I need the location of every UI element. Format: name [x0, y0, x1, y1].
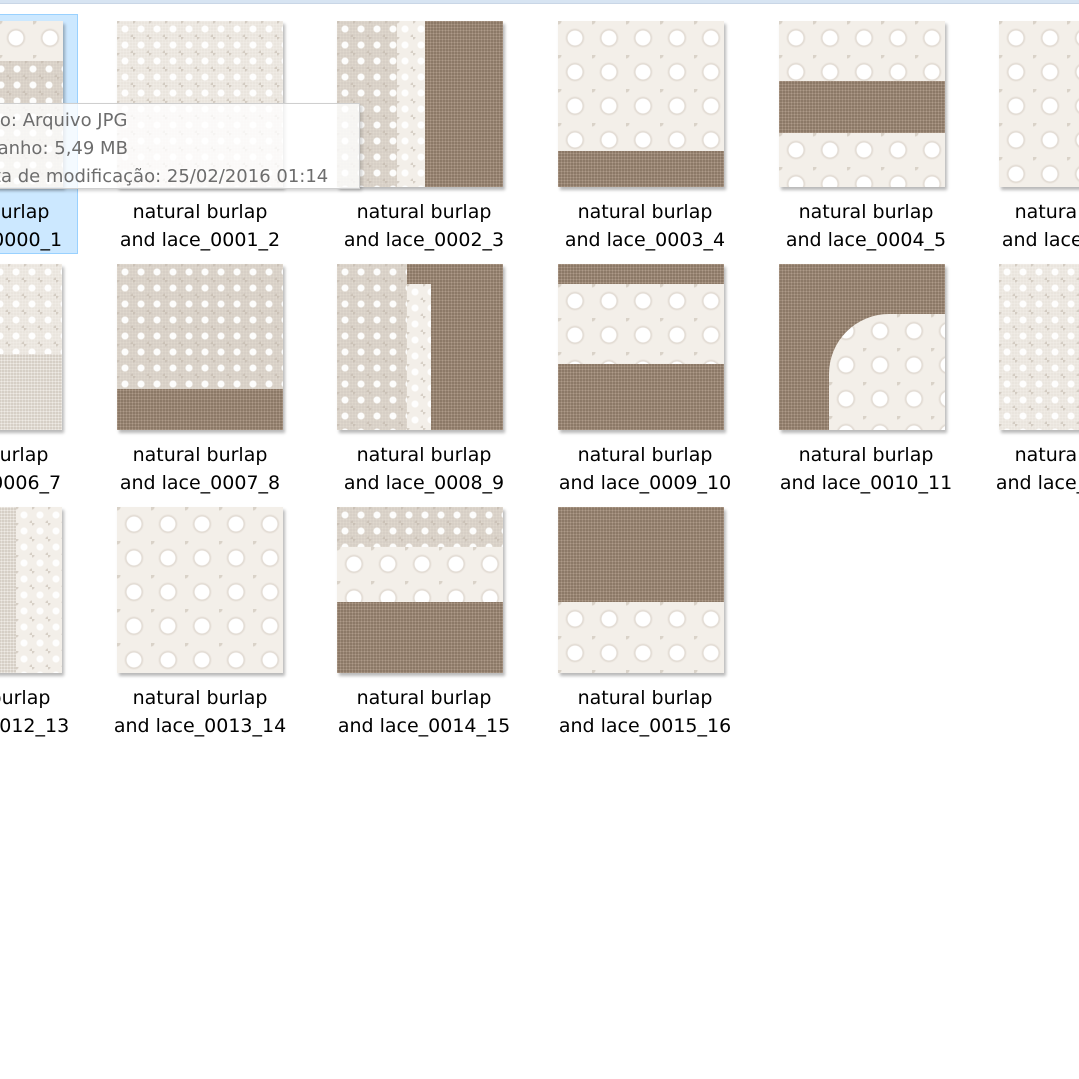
file-thumbnail: [0, 507, 62, 673]
file-item-0005[interactable]: natural burlap and lace_0005_6: [999, 21, 1079, 257]
file-thumbnail: [117, 264, 283, 430]
file-label: natural burlap and lace_0001_2: [119, 201, 281, 251]
file-label: natural burlap and lace_0002_3: [343, 201, 505, 251]
file-thumbnail: [558, 507, 724, 673]
file-item-0013[interactable]: natural burlap and lace_0013_14: [114, 507, 331, 743]
file-thumbnail: [779, 264, 945, 430]
file-thumbnail: [0, 264, 62, 430]
tooltip-date: Data de modificação: 25/02/2016 01:14: [0, 166, 329, 187]
file-label: natural burlap and lace_0011_12: [995, 444, 1079, 494]
file-label: natural burlap and lace_0007_8: [119, 444, 281, 494]
file-item-0003[interactable]: natural burlap and lace_0003_4: [558, 21, 772, 257]
file-label: natural burlap and lace_0003_4: [564, 201, 726, 251]
tooltip-size: Tamanho: 5,49 MB: [0, 138, 128, 159]
file-item-0009[interactable]: natural burlap and lace_0009_10: [558, 264, 772, 500]
file-thumbnail: [337, 264, 503, 430]
file-item-0002[interactable]: natural burlap and lace_0002_3: [337, 21, 551, 257]
file-thumbnail: [558, 21, 724, 187]
file-label: natural burlap and lace_0006_7: [0, 444, 62, 494]
file-label: natural burlap and lace_0010_11: [779, 444, 953, 494]
file-item-0007[interactable]: natural burlap and lace_0007_8: [117, 264, 331, 500]
file-thumbnail: [999, 264, 1079, 430]
file-item-0014[interactable]: natural burlap and lace_0014_15: [337, 507, 551, 743]
file-label: natural burlap and lace_0009_10: [558, 444, 732, 494]
file-item-0006[interactable]: natural burlap and lace_0006_7: [0, 264, 110, 500]
file-thumbnail: [117, 507, 283, 673]
file-label: natural burlap and lace_0014_15: [337, 687, 511, 737]
file-label: natural burlap and lace_0012_13: [0, 687, 70, 737]
file-thumbnail: [999, 21, 1079, 187]
file-item-0015[interactable]: natural burlap and lace_0015_16: [558, 507, 772, 743]
file-thumbnail: [337, 507, 503, 673]
file-explorer-content: natural burlap and lace_0000_1 natural b…: [0, 0, 1079, 1079]
file-item-0004[interactable]: natural burlap and lace_0004_5: [779, 21, 993, 257]
file-label: natural burlap and lace_0005_6: [1001, 201, 1079, 251]
file-label: natural burlap and lace_0000_1: [0, 201, 63, 251]
file-thumbnail: [337, 21, 503, 187]
file-label: natural burlap and lace_0004_5: [785, 201, 947, 251]
tooltip-type: Tipo: Arquivo JPG: [0, 110, 128, 131]
file-label: natural burlap and lace_0008_9: [343, 444, 505, 494]
file-label: natural burlap and lace_0013_14: [113, 687, 287, 737]
file-item-0008[interactable]: natural burlap and lace_0008_9: [337, 264, 551, 500]
file-item-0012[interactable]: natural burlap and lace_0012_13: [0, 507, 110, 743]
file-thumbnail: [779, 21, 945, 187]
file-label: natural burlap and lace_0015_16: [558, 687, 732, 737]
pane-top-border: [0, 0, 1079, 4]
file-thumbnail: [558, 264, 724, 430]
file-item-0010[interactable]: natural burlap and lace_0010_11: [779, 264, 993, 500]
file-info-tooltip: Tipo: Arquivo JPG Tamanho: 5,49 MB Data …: [0, 103, 360, 189]
file-item-0011[interactable]: natural burlap and lace_0011_12: [996, 264, 1079, 500]
